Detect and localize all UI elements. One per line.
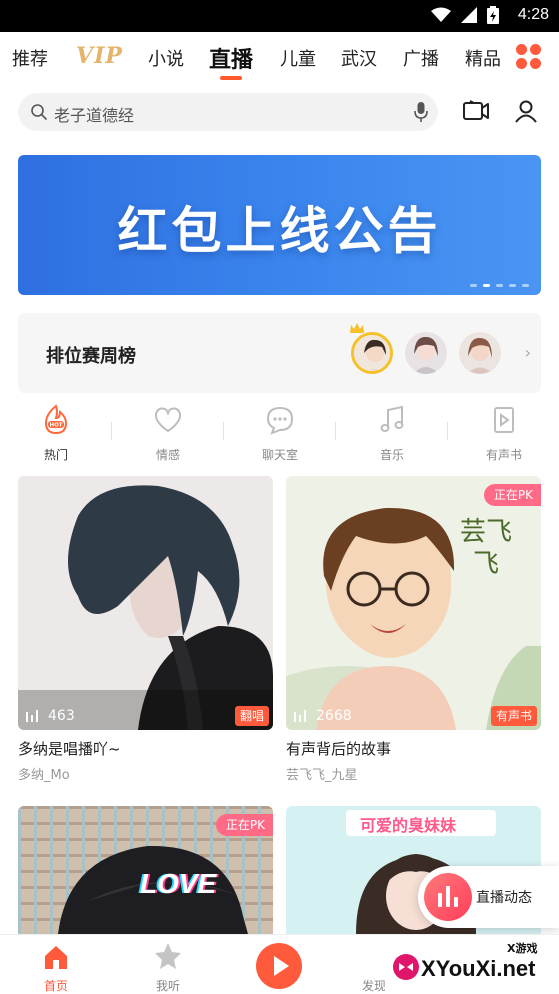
play-icon [274, 956, 289, 976]
all-categories-icon[interactable] [516, 44, 542, 70]
listeners-icon [294, 710, 306, 722]
status-bar: 4:28 [0, 0, 559, 32]
live-dynamics-icon [424, 873, 472, 921]
banner-dot-active [483, 284, 490, 287]
nav-home[interactable]: 首页 [0, 935, 112, 994]
card-tag: 有声书 [490, 706, 537, 726]
active-tab-indicator [220, 76, 242, 80]
card-host: 芸飞飞_九星 [286, 768, 358, 783]
listener-count: 463 [48, 708, 75, 724]
nav-label: 首页 [43, 979, 68, 993]
card-title: 多纳是唱播吖~ [18, 740, 121, 758]
weekly-ranking-card[interactable]: 排位赛周榜 › [18, 313, 541, 393]
chevron-right-icon: › [524, 343, 531, 362]
category-row: HOT 热门 情感 聊天室 音乐 有声书 [0, 400, 559, 470]
heart-icon [154, 407, 182, 433]
pk-badge: 正在PK [483, 484, 541, 506]
divider [111, 422, 112, 440]
search-icon [31, 104, 47, 120]
divider [335, 422, 336, 440]
nav-label: 我听 [155, 979, 180, 993]
live-camera-icon[interactable] [462, 99, 490, 123]
cover-art-text: 芸飞飞 [459, 517, 512, 579]
category-label: 聊天室 [261, 448, 298, 462]
live-dynamics-label: 直播动态 [476, 890, 532, 906]
watermark-small: X游戏 [507, 942, 538, 955]
tab-premium[interactable]: 精品 [465, 45, 501, 71]
tab-kids[interactable]: 儿童 [280, 45, 316, 71]
star-icon [155, 943, 181, 969]
signal-icon [461, 7, 477, 23]
watermark-text: XYouXi.net [421, 956, 536, 981]
search-placeholder: 老子道德经 [54, 106, 135, 125]
category-label: 音乐 [379, 448, 404, 462]
cover-art-text: 可爱的臭妹妹 [360, 816, 457, 835]
play-button[interactable] [256, 943, 302, 989]
card-cover: 芸飞飞 [286, 476, 541, 730]
top-rank-avatar-3[interactable] [459, 332, 501, 374]
tab-wuhan[interactable]: 武汉 [341, 45, 377, 71]
tab-radio[interactable]: 广播 [403, 45, 439, 71]
promo-banner[interactable]: 红包上线公告 [18, 155, 541, 295]
watermark-logo [393, 954, 419, 980]
listeners-icon [26, 710, 38, 722]
top-rank-avatar-1[interactable] [351, 332, 393, 374]
cover-art-text: LOVE [140, 868, 217, 899]
chat-icon [266, 406, 294, 435]
hot-icon: HOT [44, 404, 68, 435]
battery-icon [487, 6, 499, 24]
wifi-icon [431, 7, 451, 22]
search-bar[interactable]: 老子道德经 [18, 93, 438, 131]
audiobook-icon [494, 407, 514, 433]
tab-novel[interactable]: 小说 [148, 45, 184, 71]
home-icon [45, 946, 67, 969]
pk-badge: 正在PK [215, 814, 273, 836]
divider [447, 422, 448, 440]
banner-dot [522, 284, 529, 287]
banner-dot [470, 284, 477, 287]
profile-icon[interactable] [514, 99, 538, 123]
card-host: 多纳_Mo [18, 768, 70, 783]
tab-recommend[interactable]: 推荐 [12, 45, 48, 71]
music-note-icon [380, 405, 404, 432]
ranking-label: 排位赛周榜 [46, 346, 136, 367]
clock: 4:28 [517, 6, 549, 23]
category-label: 热门 [43, 448, 68, 462]
banner-title: 红包上线公告 [117, 202, 442, 260]
card-cover [18, 476, 273, 730]
card-title: 有声背后的故事 [286, 740, 392, 758]
crown-icon [350, 323, 364, 333]
tab-vip[interactable]: VIP [76, 43, 123, 69]
watermark: X游戏 XYouXi.net [385, 936, 559, 994]
banner-pagination [470, 284, 529, 287]
banner-dot [496, 284, 503, 287]
svg-text:HOT: HOT [49, 423, 62, 429]
divider [223, 422, 224, 440]
live-dynamics-button[interactable]: 直播动态 [418, 866, 559, 928]
listener-count: 2668 [316, 708, 352, 724]
banner-dot [509, 284, 516, 287]
microphone-icon[interactable] [414, 101, 428, 123]
top-rank-avatar-2[interactable] [405, 332, 447, 374]
category-label: 情感 [155, 448, 180, 462]
card-tag: 翻唱 [234, 706, 269, 726]
tab-live[interactable]: 直播 [209, 42, 253, 74]
nav-listening[interactable]: 我听 [112, 935, 224, 994]
category-label: 有声书 [485, 448, 522, 462]
